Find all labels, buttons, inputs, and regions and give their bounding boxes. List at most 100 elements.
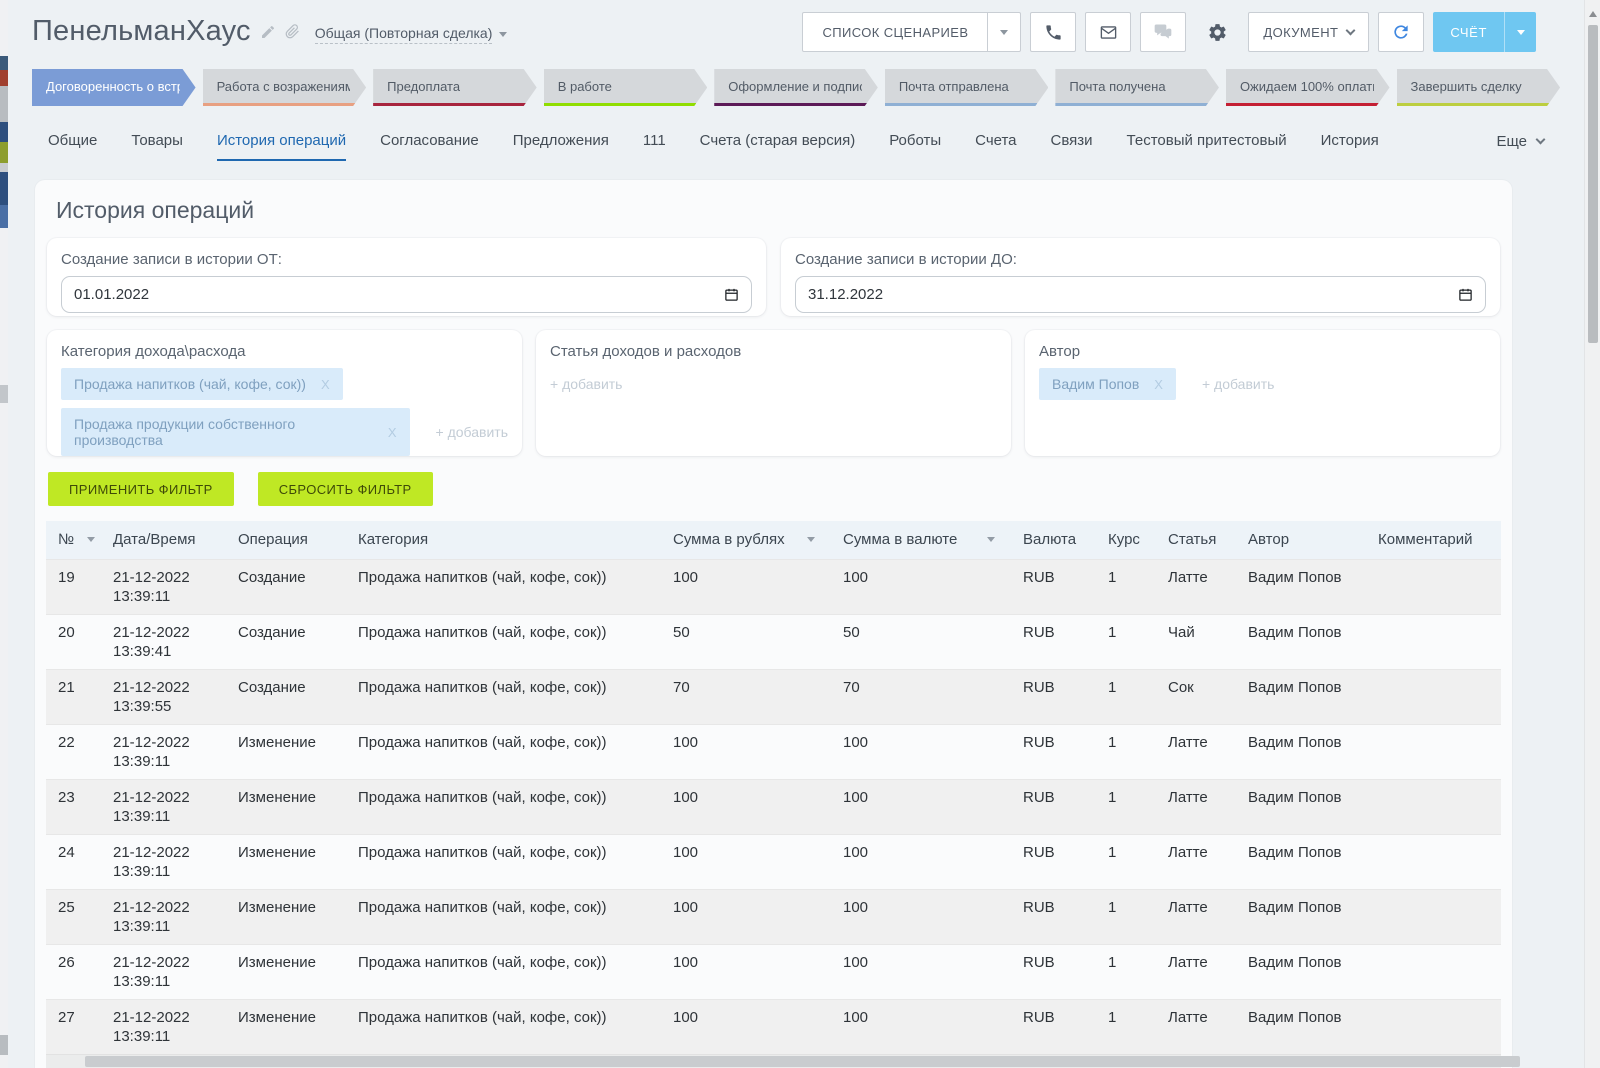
cell-operation: Создание bbox=[226, 669, 346, 724]
paperclip-icon[interactable] bbox=[285, 24, 300, 39]
tab-item[interactable]: Общие bbox=[48, 121, 97, 161]
tab-item[interactable]: Роботы bbox=[889, 121, 941, 161]
sync-button[interactable] bbox=[1378, 12, 1424, 52]
column-header[interactable]: № bbox=[46, 521, 101, 559]
tab-item[interactable]: Тестовый притестовый bbox=[1127, 121, 1287, 161]
horizontal-scrollbar-thumb[interactable] bbox=[85, 1056, 1520, 1067]
pipeline-stage-label: Почта отправлена bbox=[899, 79, 1009, 94]
pipeline-stage[interactable]: Договоренность о встр... bbox=[32, 69, 196, 106]
tab-item[interactable]: 111 bbox=[643, 121, 666, 161]
remove-tag-icon[interactable]: X bbox=[388, 425, 397, 440]
tabs-more-button[interactable]: Еще bbox=[1496, 133, 1544, 150]
pipeline-stage[interactable]: Почта отправлена bbox=[885, 69, 1049, 106]
sort-icon[interactable] bbox=[987, 537, 995, 546]
remove-tag-icon[interactable]: X bbox=[1154, 377, 1163, 392]
add-author-link[interactable]: + добавить bbox=[1202, 376, 1274, 392]
cell-author: Вадим Попов bbox=[1236, 559, 1366, 614]
pipeline-stage[interactable]: В работе bbox=[544, 69, 708, 106]
cell-author: Вадим Попов bbox=[1236, 614, 1366, 669]
tab-item[interactable]: Счета bbox=[975, 121, 1016, 161]
remove-tag-icon[interactable]: X bbox=[321, 377, 330, 392]
column-header[interactable]: Сумма в рублях bbox=[661, 521, 831, 559]
invoice-button[interactable]: СЧЁТ bbox=[1433, 12, 1536, 52]
table-row[interactable]: 2021-12-202213:39:41СозданиеПродажа напи… bbox=[46, 614, 1501, 669]
column-header[interactable]: Автор bbox=[1236, 521, 1366, 559]
column-header[interactable]: Категория bbox=[346, 521, 661, 559]
sort-icon[interactable] bbox=[807, 537, 815, 546]
column-header[interactable]: Курс bbox=[1096, 521, 1156, 559]
pipeline-stage[interactable]: Ожидаем 100% оплаты bbox=[1226, 69, 1390, 106]
tab-item[interactable]: История bbox=[1321, 121, 1379, 161]
tab-item[interactable]: История операций bbox=[217, 121, 346, 161]
column-header[interactable]: Операция bbox=[226, 521, 346, 559]
pipeline-stage[interactable]: Почта получена bbox=[1055, 69, 1219, 106]
vertical-scrollbar-thumb[interactable] bbox=[1588, 25, 1598, 343]
add-article-link[interactable]: + добавить bbox=[550, 376, 622, 392]
date-to-input[interactable]: 31.12.2022 bbox=[795, 276, 1486, 313]
table-row[interactable]: 1921-12-202213:39:11СозданиеПродажа напи… bbox=[46, 559, 1501, 614]
tab-item[interactable]: Счета (старая версия) bbox=[700, 121, 856, 161]
scenarios-button[interactable]: СПИСОК СЦЕНАРИЕВ bbox=[802, 12, 1021, 52]
tab-item[interactable]: Предложения bbox=[513, 121, 609, 161]
column-header-label: Валюта bbox=[1023, 531, 1076, 548]
edit-title-icon[interactable] bbox=[260, 24, 276, 40]
column-header[interactable]: Сумма в валюте bbox=[831, 521, 1011, 559]
cell-comment bbox=[1366, 614, 1501, 669]
phone-button[interactable] bbox=[1030, 12, 1076, 52]
cell-amount-currency: 100 bbox=[831, 890, 1011, 945]
table-row[interactable]: 2121-12-202213:39:55СозданиеПродажа напи… bbox=[46, 669, 1501, 724]
chat-button[interactable] bbox=[1140, 12, 1186, 52]
invoice-dropdown-button[interactable] bbox=[1504, 12, 1536, 52]
operations-history-panel: История операций Создание записи в истор… bbox=[35, 180, 1512, 1068]
document-button[interactable]: ДОКУМЕНТ bbox=[1248, 12, 1369, 52]
deal-title-row: ПенельманХаус Общая (Повторная сделка) bbox=[32, 15, 507, 48]
cell-currency: RUB bbox=[1011, 724, 1096, 779]
cell-num: 22 bbox=[46, 724, 101, 779]
pipeline-selector[interactable]: Общая (Повторная сделка) bbox=[315, 25, 508, 44]
column-header[interactable]: Дата/Время bbox=[101, 521, 226, 559]
table-row[interactable]: 2321-12-202213:39:11ИзменениеПродажа нап… bbox=[46, 779, 1501, 834]
pipeline-stage[interactable]: Завершить сделку bbox=[1397, 69, 1561, 106]
tab-item[interactable]: Согласование bbox=[380, 121, 479, 161]
date-from-input[interactable]: 01.01.2022 bbox=[61, 276, 752, 313]
column-header[interactable]: Статья bbox=[1156, 521, 1236, 559]
cell-date: 21-12-2022 bbox=[113, 788, 218, 807]
table-row[interactable]: 2221-12-202213:39:11ИзменениеПродажа нап… bbox=[46, 724, 1501, 779]
calendar-icon[interactable] bbox=[724, 287, 739, 302]
pipeline-stage-label: Почта получена bbox=[1069, 79, 1165, 94]
table-row[interactable]: 2621-12-202213:39:11ИзменениеПродажа нап… bbox=[46, 945, 1501, 1000]
reset-filter-button[interactable]: СБРОСИТЬ ФИЛЬТР bbox=[258, 472, 433, 506]
author-filter-card: Автор Вадим ПоповX + добавить bbox=[1025, 330, 1500, 456]
pipeline-stage[interactable]: Работа с возражениями... bbox=[203, 69, 367, 106]
column-header[interactable]: Валюта bbox=[1011, 521, 1096, 559]
section-title: История операций bbox=[56, 197, 1512, 224]
sort-icon[interactable] bbox=[87, 537, 95, 546]
vertical-scrollbar[interactable] bbox=[1584, 0, 1600, 1068]
calendar-icon[interactable] bbox=[1458, 287, 1473, 302]
apply-filter-button[interactable]: ПРИМЕНИТЬ ФИЛЬТР bbox=[48, 472, 234, 506]
column-header[interactable]: Комментарий bbox=[1366, 521, 1501, 559]
article-filter-label: Статья доходов и расходов bbox=[550, 343, 997, 360]
app-window: ПенельманХаус Общая (Повторная сделка) С… bbox=[0, 0, 1600, 1068]
pipeline-stage[interactable]: Предоплата bbox=[373, 69, 537, 106]
scenarios-dropdown-button[interactable] bbox=[987, 13, 1020, 51]
cell-time: 13:39:11 bbox=[113, 917, 218, 936]
tab-item[interactable]: Связи bbox=[1051, 121, 1093, 161]
table-row[interactable]: 2421-12-202213:39:11ИзменениеПродажа нап… bbox=[46, 834, 1501, 889]
add-category-link[interactable]: + добавить bbox=[436, 424, 508, 440]
pipeline-stage[interactable]: Оформление и подпис... bbox=[714, 69, 878, 106]
cell-category: Продажа напитков (чай, кофе, сок)) bbox=[346, 669, 661, 724]
cell-article: Латте bbox=[1156, 890, 1236, 945]
cell-date: 21-12-2022 bbox=[113, 678, 218, 697]
cell-category: Продажа напитков (чай, кофе, сок)) bbox=[346, 559, 661, 614]
document-button-label: ДОКУМЕНТ bbox=[1263, 25, 1338, 40]
scroll-up-icon[interactable] bbox=[1589, 7, 1597, 17]
email-button[interactable] bbox=[1085, 12, 1131, 52]
table-row[interactable]: 2521-12-202213:39:11ИзменениеПродажа нап… bbox=[46, 890, 1501, 945]
tab-item[interactable]: Товары bbox=[131, 121, 183, 161]
horizontal-scrollbar[interactable] bbox=[8, 1055, 1584, 1068]
cell-article: Латте bbox=[1156, 1000, 1236, 1055]
settings-button[interactable] bbox=[1195, 12, 1239, 52]
column-header-label: Статья bbox=[1168, 531, 1216, 548]
table-row[interactable]: 2721-12-202213:39:11ИзменениеПродажа нап… bbox=[46, 1000, 1501, 1055]
